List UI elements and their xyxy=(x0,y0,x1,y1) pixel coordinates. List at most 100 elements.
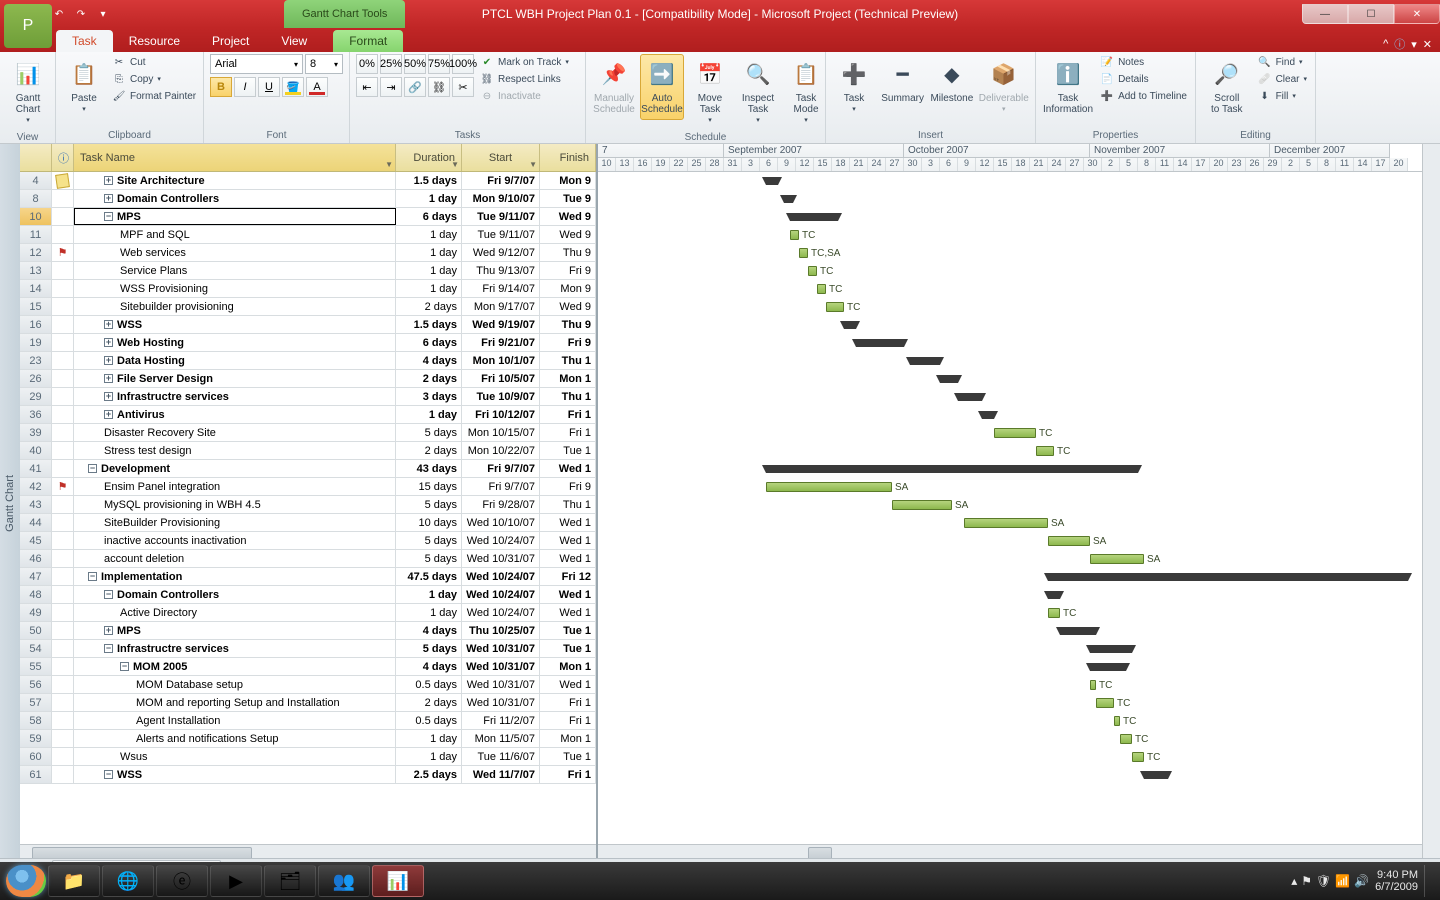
start-cell[interactable]: Wed 9/19/07 xyxy=(462,316,540,333)
task-bar[interactable]: TC xyxy=(1090,680,1096,690)
start-cell[interactable]: Thu 9/13/07 xyxy=(462,262,540,279)
finish-cell[interactable]: Tue 9 xyxy=(540,190,596,207)
duration-cell[interactable]: 0.5 days xyxy=(396,676,462,693)
split-button[interactable]: ✂ xyxy=(452,77,474,97)
finish-cell[interactable]: Wed 1 xyxy=(540,550,596,567)
start-cell[interactable]: Mon 10/1/07 xyxy=(462,352,540,369)
move-task-button[interactable]: 📅Move Task▾ xyxy=(688,54,732,130)
table-row[interactable]: 29+Infrastructre services3 daysTue 10/9/… xyxy=(20,388,596,406)
start-cell[interactable]: Fri 10/12/07 xyxy=(462,406,540,423)
auto-schedule-button[interactable]: ➡️Auto Schedule xyxy=(640,54,684,120)
start-cell[interactable]: Mon 11/5/07 xyxy=(462,730,540,747)
pct-50-button[interactable]: 50% xyxy=(404,54,426,74)
row-id[interactable]: 41 xyxy=(20,460,52,477)
finish-cell[interactable]: Mon 1 xyxy=(540,658,596,675)
table-row[interactable]: 26+File Server Design2 daysFri 10/5/07Mo… xyxy=(20,370,596,388)
task-name-cell[interactable]: +Antivirus xyxy=(74,406,396,423)
table-row[interactable]: 4+Site Architecture1.5 daysFri 9/7/07Mon… xyxy=(20,172,596,190)
row-id[interactable]: 57 xyxy=(20,694,52,711)
finish-cell[interactable]: Thu 9 xyxy=(540,316,596,333)
table-row[interactable]: 39Disaster Recovery Site5 daysMon 10/15/… xyxy=(20,424,596,442)
task-name-cell[interactable]: Sitebuilder provisioning xyxy=(74,298,396,315)
start-cell[interactable]: Wed 10/31/07 xyxy=(462,640,540,657)
duration-cell[interactable]: 2 days xyxy=(396,298,462,315)
tray-shield-icon[interactable]: 🛡 xyxy=(1316,874,1331,888)
finish-cell[interactable]: Wed 1 xyxy=(540,460,596,477)
task-name-cell[interactable]: −Implementation xyxy=(74,568,396,585)
col-start-header[interactable]: Start▼ xyxy=(462,144,540,171)
finish-cell[interactable]: Wed 1 xyxy=(540,514,596,531)
task-name-cell[interactable]: Active Directory xyxy=(74,604,396,621)
start-cell[interactable]: Mon 9/10/07 xyxy=(462,190,540,207)
qat-customize-icon[interactable]: ▾ xyxy=(94,5,112,23)
task-bar[interactable]: TC xyxy=(790,230,799,240)
finish-cell[interactable]: Mon 1 xyxy=(540,370,596,387)
task-button[interactable]: ➕Task▾ xyxy=(832,54,876,119)
ribbon-minimize-icon[interactable]: ^ xyxy=(1383,38,1388,50)
duration-cell[interactable]: 3 days xyxy=(396,388,462,405)
row-id[interactable]: 48 xyxy=(20,586,52,603)
task-bar[interactable]: TC xyxy=(1114,716,1120,726)
row-id[interactable]: 46 xyxy=(20,550,52,567)
tray-clock[interactable]: 9:40 PM 6/7/2009 xyxy=(1375,869,1418,893)
table-row[interactable]: 59Alerts and notifications Setup1 dayMon… xyxy=(20,730,596,748)
start-cell[interactable]: Wed 10/31/07 xyxy=(462,676,540,693)
duration-cell[interactable]: 1 day xyxy=(396,406,462,423)
table-row[interactable]: 8+Domain Controllers1 dayMon 9/10/07Tue … xyxy=(20,190,596,208)
task-bar[interactable]: SA xyxy=(1090,554,1144,564)
start-cell[interactable]: Wed 10/31/07 xyxy=(462,694,540,711)
taskbar-project[interactable]: 📊 xyxy=(372,865,424,897)
start-cell[interactable]: Fri 9/7/07 xyxy=(462,478,540,495)
manually-schedule-button[interactable]: 📌Manually Schedule xyxy=(592,54,636,120)
finish-cell[interactable]: Thu 1 xyxy=(540,496,596,513)
inspect-task-button[interactable]: 🔍Inspect Task▾ xyxy=(736,54,780,130)
table-row[interactable]: 16+WSS1.5 daysWed 9/19/07Thu 9 xyxy=(20,316,596,334)
duration-cell[interactable]: 5 days xyxy=(396,532,462,549)
table-row[interactable]: 61−WSS2.5 daysWed 11/7/07Fri 1 xyxy=(20,766,596,784)
font-size-combo[interactable]: 8▾ xyxy=(305,54,343,74)
task-bar[interactable]: TC xyxy=(817,284,826,294)
outline-toggle[interactable]: − xyxy=(88,572,97,581)
task-name-cell[interactable]: +WSS xyxy=(74,316,396,333)
row-id[interactable]: 45 xyxy=(20,532,52,549)
row-id[interactable]: 42 xyxy=(20,478,52,495)
summary-bar[interactable] xyxy=(766,177,778,185)
duration-cell[interactable]: 5 days xyxy=(396,640,462,657)
taskbar-ie[interactable]: ⓔ xyxy=(156,865,208,897)
finish-cell[interactable]: Fri 9 xyxy=(540,334,596,351)
task-bar[interactable]: SA xyxy=(892,500,952,510)
format-painter-button[interactable]: 🖌Format Painter xyxy=(110,88,198,104)
pct-0-button[interactable]: 0% xyxy=(356,54,378,74)
outdent-button[interactable]: ⇤ xyxy=(356,77,378,97)
taskbar-media[interactable]: ▶ xyxy=(210,865,262,897)
start-cell[interactable]: Wed 11/7/07 xyxy=(462,766,540,783)
task-name-cell[interactable]: Ensim Panel integration xyxy=(74,478,396,495)
tray-vol-icon[interactable]: 🔊 xyxy=(1354,874,1369,888)
notes-button[interactable]: 📝Notes xyxy=(1098,54,1189,70)
summary-bar[interactable] xyxy=(856,339,904,347)
task-bar[interactable]: TC xyxy=(808,266,817,276)
summary-bar[interactable] xyxy=(1090,645,1132,653)
row-id[interactable]: 13 xyxy=(20,262,52,279)
outline-toggle[interactable]: − xyxy=(104,212,113,221)
task-bar[interactable]: TC xyxy=(1096,698,1114,708)
outline-toggle[interactable]: + xyxy=(104,410,113,419)
task-bar[interactable]: SA xyxy=(766,482,892,492)
maximize-button[interactable]: ☐ xyxy=(1348,4,1394,24)
finish-cell[interactable]: Mon 1 xyxy=(540,730,596,747)
task-bar[interactable]: SA xyxy=(1048,536,1090,546)
task-name-cell[interactable]: account deletion xyxy=(74,550,396,567)
row-id[interactable]: 55 xyxy=(20,658,52,675)
taskbar-explorer[interactable]: 📁 xyxy=(48,865,100,897)
row-id[interactable]: 50 xyxy=(20,622,52,639)
finish-cell[interactable]: Wed 1 xyxy=(540,676,596,693)
outline-toggle[interactable]: − xyxy=(88,464,97,473)
row-id[interactable]: 60 xyxy=(20,748,52,765)
row-id[interactable]: 12 xyxy=(20,244,52,261)
finish-cell[interactable]: Wed 1 xyxy=(540,586,596,603)
taskbar-folder[interactable]: 🗂 xyxy=(264,865,316,897)
clear-button[interactable]: 🩹Clear▾ xyxy=(1256,71,1309,87)
summary-bar[interactable] xyxy=(784,195,793,203)
row-id[interactable]: 40 xyxy=(20,442,52,459)
start-cell[interactable]: Fri 11/2/07 xyxy=(462,712,540,729)
